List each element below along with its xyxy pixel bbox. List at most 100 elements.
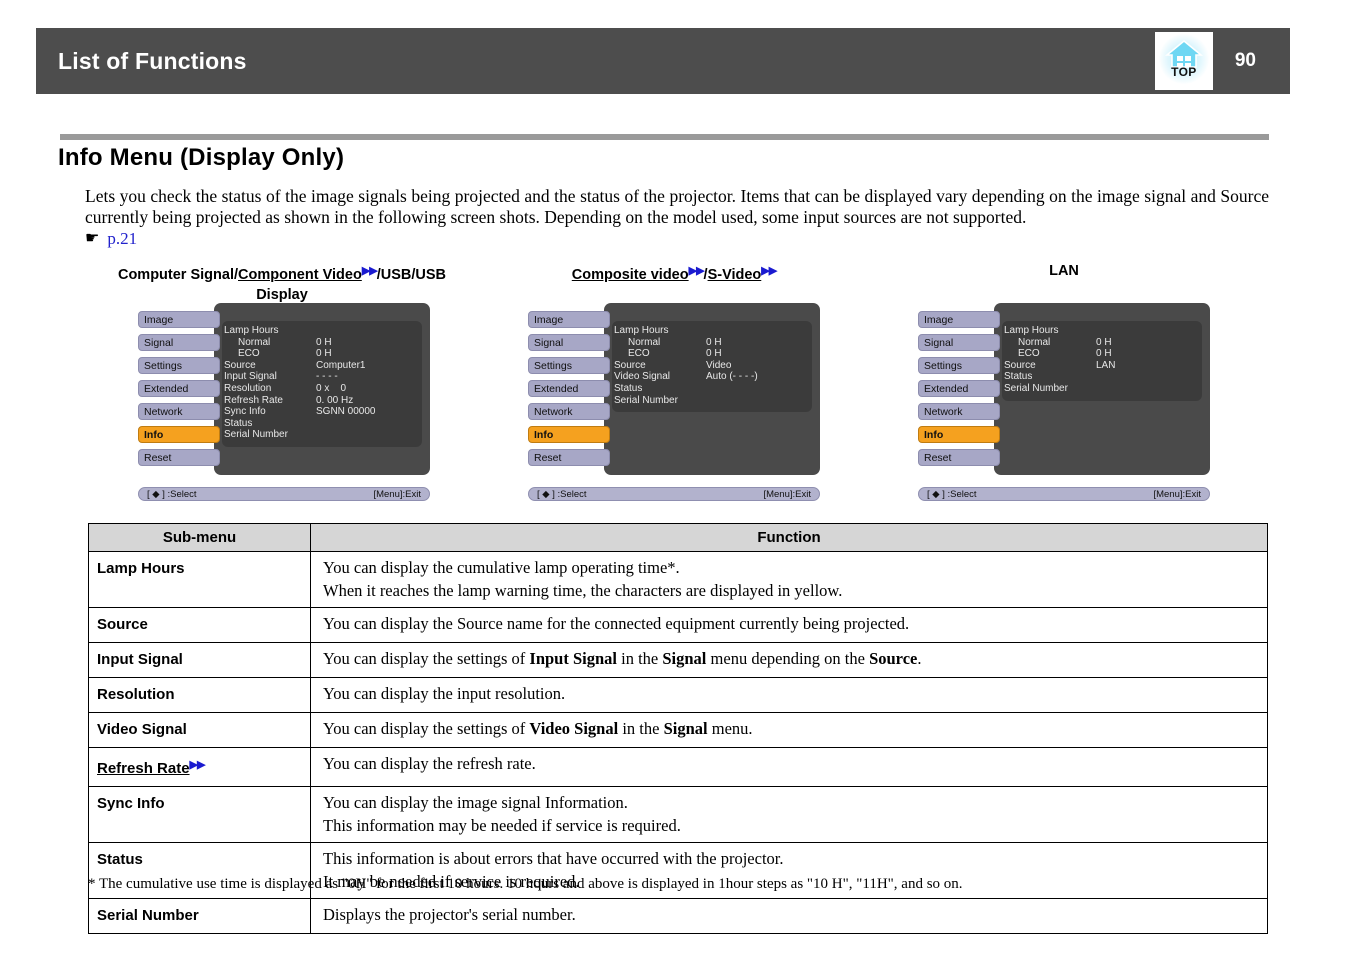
page-title: List of Functions bbox=[58, 47, 247, 74]
osd-row-value: 0 H bbox=[316, 336, 332, 348]
osd-row-label: ECO bbox=[628, 348, 650, 360]
glossary-marker-icon: ▶▶ bbox=[361, 265, 378, 277]
osd-row-label: Input Signal bbox=[224, 371, 277, 383]
osd-row: Normal 0 H bbox=[614, 337, 814, 349]
osd-nav-item-info[interactable]: Info bbox=[528, 426, 610, 443]
reference-link-line[interactable]: ☛ p.21 bbox=[85, 229, 137, 249]
osd-nav-item-image[interactable]: Image bbox=[138, 311, 220, 328]
osd-nav-item-reset[interactable]: Reset bbox=[138, 449, 220, 466]
osd-row-label: Status bbox=[224, 417, 253, 429]
osd-row-value: 0 H bbox=[1096, 336, 1112, 348]
osd-row: Source LAN bbox=[1004, 360, 1204, 372]
function-text: When it reaches the lamp warning time, t… bbox=[323, 580, 843, 600]
osd-nav-item-signal[interactable]: Signal bbox=[528, 334, 610, 351]
cell-sub-menu: Video Signal bbox=[88, 712, 311, 748]
emphasis-term: Video Signal bbox=[529, 719, 619, 738]
table-row: Source You can display the Source name fo… bbox=[88, 607, 1268, 643]
osd-row: Serial Number bbox=[224, 429, 424, 441]
osd-nav-item-extended[interactable]: Extended bbox=[138, 380, 220, 397]
osd-screenshot-composite-video: Image Signal Settings Extended Network Info Re… bbox=[528, 303, 820, 501]
osd-row-label: Serial Number bbox=[224, 429, 288, 441]
osd-row-label: Refresh Rate bbox=[224, 394, 283, 406]
function-text: menu depending on the bbox=[706, 649, 870, 668]
function-line: This information may be needed if servic… bbox=[323, 815, 1257, 838]
osd-row-label: Lamp Hours bbox=[224, 325, 279, 336]
osd-row: Status bbox=[224, 418, 424, 430]
osd-nav-item-image[interactable]: Image bbox=[918, 311, 1000, 328]
osd-footer-bar: [ ◆ ] :Select [Menu]:Exit bbox=[138, 487, 430, 501]
function-line: You can display the cumulative lamp oper… bbox=[323, 557, 1257, 580]
osd-row-value: 0. 00 Hz bbox=[316, 394, 354, 406]
caption-1-line2: Display bbox=[256, 287, 308, 303]
info-menu-table: Sub-menu Function Lamp Hours You can disp… bbox=[88, 523, 1268, 934]
function-line: You can display the refresh rate. bbox=[323, 753, 1257, 776]
function-line: You can display the image signal Informa… bbox=[323, 792, 1257, 815]
osd-nav-item-image[interactable]: Image bbox=[528, 311, 610, 328]
osd-row: Resolution 0 x 0 bbox=[224, 383, 424, 395]
osd-row-label: Normal bbox=[1018, 336, 1051, 348]
function-text: This information is about errors that ha… bbox=[323, 849, 784, 868]
osd-nav-item-network[interactable]: Network bbox=[918, 403, 1000, 420]
function-text: . bbox=[917, 649, 922, 668]
table-header-row: Sub-menu Function bbox=[88, 523, 1268, 552]
osd-row-label: Status bbox=[614, 382, 643, 394]
osd-row: Source Video bbox=[614, 360, 814, 372]
emphasis-term: Signal bbox=[662, 649, 707, 668]
osd-nav-item-signal[interactable]: Signal bbox=[138, 334, 220, 351]
page-number: 90 bbox=[1234, 50, 1256, 71]
cell-function: You can display the cumulative lamp oper… bbox=[310, 551, 1268, 608]
osd-row-list: Lamp Hours Normal 0 H ECO 0 H Source Video Vide… bbox=[614, 325, 814, 406]
osd-select-hint: [ ◆ ] :Select bbox=[927, 488, 977, 500]
osd-nav-item-settings[interactable]: Settings bbox=[138, 357, 220, 374]
osd-row: ECO 0 H bbox=[614, 348, 814, 360]
cell-function: You can display the settings of Input Si… bbox=[310, 642, 1268, 678]
osd-select-hint: [ ◆ ] :Select bbox=[537, 488, 587, 500]
glossary-marker-icon: ▶▶ bbox=[761, 265, 777, 277]
pointing-hand-icon: ☛ bbox=[85, 230, 100, 247]
osd-row: Lamp Hours bbox=[614, 325, 814, 337]
osd-row-label: Source bbox=[614, 359, 646, 371]
osd-row: Normal 0 H bbox=[1004, 337, 1204, 349]
osd-row-label: Sync Info bbox=[224, 406, 266, 418]
osd-nav-item-network[interactable]: Network bbox=[528, 403, 610, 420]
osd-nav-item-settings[interactable]: Settings bbox=[528, 357, 610, 374]
function-line: This information is about errors that ha… bbox=[323, 848, 1257, 871]
osd-nav-item-extended[interactable]: Extended bbox=[918, 380, 1000, 397]
osd-row: Status bbox=[1004, 371, 1204, 383]
table-row: Sync Info You can display the image signa… bbox=[88, 786, 1268, 843]
osd-row-value: - - - - bbox=[316, 371, 338, 383]
table-row: Resolution You can display the input reso… bbox=[88, 677, 1268, 713]
caption-2-term-a: Composite video bbox=[571, 267, 689, 283]
osd-row-label: Lamp Hours bbox=[1004, 325, 1059, 336]
osd-footer-bar: [ ◆ ] :Select [Menu]:Exit bbox=[528, 487, 820, 501]
function-text: menu. bbox=[707, 719, 753, 738]
glossary-marker-icon: ▶▶ bbox=[189, 759, 206, 771]
osd-nav-item-info[interactable]: Info bbox=[138, 426, 220, 443]
page-reference-link[interactable]: p.21 bbox=[107, 229, 137, 249]
osd-row-value: SGNN 00000 bbox=[316, 406, 376, 418]
osd-nav-item-network[interactable]: Network bbox=[138, 403, 220, 420]
osd-nav-item-reset[interactable]: Reset bbox=[528, 449, 610, 466]
sub-menu-term[interactable]: Refresh Rate bbox=[97, 760, 190, 777]
cell-sub-menu: Sync Info bbox=[88, 786, 311, 843]
osd-nav-item-extended[interactable]: Extended bbox=[528, 380, 610, 397]
osd-row: Refresh Rate 0. 00 Hz bbox=[224, 395, 424, 407]
function-line: You can display the input resolution. bbox=[323, 683, 1257, 706]
function-line: You can display the settings of Video Si… bbox=[323, 718, 1257, 741]
function-line: When it reaches the lamp warning time, t… bbox=[323, 580, 1257, 603]
osd-select-hint: [ ◆ ] :Select bbox=[147, 488, 197, 500]
osd-nav-item-reset[interactable]: Reset bbox=[918, 449, 1000, 466]
osd-nav-item-settings[interactable]: Settings bbox=[918, 357, 1000, 374]
osd-row-value: 0 H bbox=[316, 348, 332, 360]
cell-function: You can display the image signal Informa… bbox=[310, 786, 1268, 843]
cell-sub-menu: Resolution bbox=[88, 677, 311, 713]
osd-nav-item-signal[interactable]: Signal bbox=[918, 334, 1000, 351]
top-icon-label: TOP bbox=[1171, 65, 1197, 79]
function-line: Displays the projector's serial number. bbox=[323, 904, 1257, 927]
osd-nav-item-info[interactable]: Info bbox=[918, 426, 1000, 443]
section-title: Info Menu (Display Only) bbox=[58, 144, 345, 171]
home-top-icon[interactable]: TOP bbox=[1154, 32, 1213, 90]
cell-sub-menu: Refresh Rate▶▶ bbox=[88, 747, 311, 787]
function-text: You can display the input resolution. bbox=[323, 684, 566, 703]
table-row: Serial Number Displays the projector's se… bbox=[88, 898, 1268, 934]
